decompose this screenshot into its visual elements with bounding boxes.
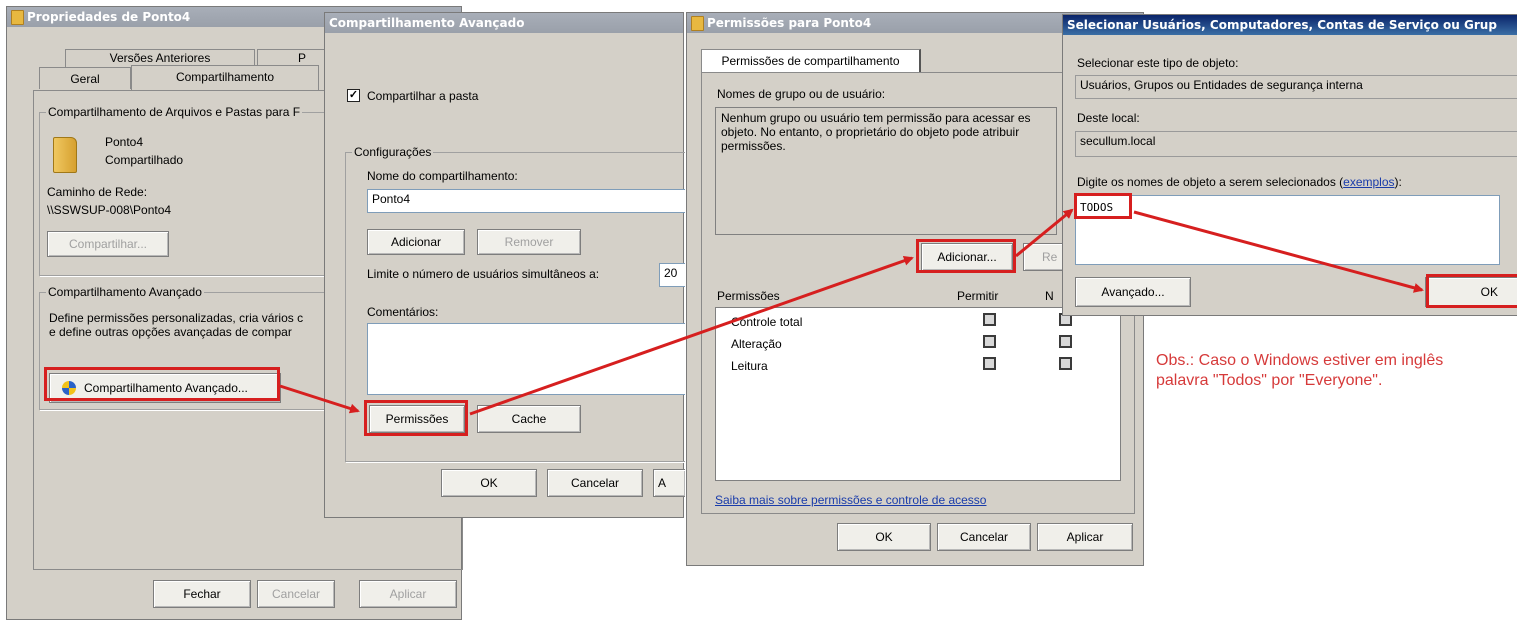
remove-button[interactable]: Remover bbox=[477, 229, 581, 255]
advanced-description-line2: e define outras opções avançadas de comp… bbox=[49, 325, 292, 339]
cache-button[interactable]: Cache bbox=[477, 405, 581, 433]
permission-row-label: Leitura bbox=[731, 359, 768, 373]
location-label: Deste local: bbox=[1077, 111, 1140, 125]
location-field: secullum.local bbox=[1075, 131, 1517, 157]
cancel-button[interactable]: Cancelar bbox=[257, 580, 335, 608]
permission-row-label: Controle total bbox=[731, 315, 803, 329]
advanced-sharing-window: Compartilhamento Avançado ✓ Compartilhar… bbox=[324, 12, 685, 518]
tab-geral[interactable]: Geral bbox=[39, 67, 131, 89]
share-folder-label: Compartilhar a pasta bbox=[367, 89, 479, 103]
cancel-button[interactable]: Cancelar bbox=[547, 469, 643, 497]
share-name-label: Nome do compartilhamento: bbox=[367, 169, 518, 183]
tab-compartilhamento[interactable]: Compartilhamento bbox=[131, 65, 319, 91]
folder-icon bbox=[11, 10, 24, 25]
advanced-description-line1: Define permissões personalizadas, cria v… bbox=[49, 311, 304, 325]
apply-button[interactable]: Aplicar bbox=[359, 580, 457, 608]
remove-user-button[interactable]: Re bbox=[1023, 243, 1063, 271]
shared-folder-icon bbox=[53, 137, 77, 173]
network-path: \\SSWSUP-008\Ponto4 bbox=[47, 203, 172, 217]
permissions-list bbox=[715, 307, 1121, 481]
network-path-label: Caminho de Rede: bbox=[47, 185, 148, 199]
share-name-input[interactable]: Ponto4 bbox=[367, 189, 685, 213]
deny-checkbox[interactable] bbox=[1059, 335, 1072, 348]
object-names-label-suffix: ): bbox=[1394, 175, 1402, 189]
empty-list-line3: permissões. bbox=[721, 139, 786, 153]
deny-header: N bbox=[1045, 289, 1054, 303]
comments-label: Comentários: bbox=[367, 305, 439, 319]
allow-header: Permitir bbox=[957, 289, 999, 303]
configurations-group-label: Configurações bbox=[352, 145, 434, 159]
ok-button[interactable]: OK bbox=[837, 523, 931, 551]
object-names-label: Digite os nomes de objeto a serem seleci… bbox=[1077, 175, 1402, 189]
advanced-sharing-title: Compartilhamento Avançado bbox=[329, 16, 525, 30]
advanced-sharing-titlebar[interactable]: Compartilhamento Avançado bbox=[325, 13, 683, 33]
share-button[interactable]: Compartilhar... bbox=[47, 231, 169, 257]
user-limit-input[interactable]: 20 bbox=[659, 263, 685, 287]
tab-share-permissions[interactable]: Permissões de compartilhamento bbox=[701, 49, 921, 73]
select-users-titlebar[interactable]: Selecionar Usuários, Computadores, Conta… bbox=[1063, 15, 1517, 35]
share-files-group-label: Compartilhamento de Arquivos e Pastas pa… bbox=[46, 105, 303, 119]
properties-title: Propriedades de Ponto4 bbox=[27, 10, 191, 24]
group-names-label: Nomes de grupo ou de usuário: bbox=[717, 87, 886, 101]
empty-list-line2: objeto. No entanto, o proprietário do ob… bbox=[721, 125, 1020, 139]
highlight-advanced-share bbox=[44, 367, 280, 401]
select-users-window: Selecionar Usuários, Computadores, Conta… bbox=[1062, 14, 1517, 316]
permissions-header: Permissões bbox=[717, 289, 780, 303]
note-line2: palavra "Todos" por "Everyone". bbox=[1156, 372, 1383, 389]
permissions-title: Permissões para Ponto4 bbox=[707, 16, 872, 30]
folder-status: Compartilhado bbox=[105, 153, 184, 167]
apply-button[interactable]: A bbox=[653, 469, 685, 497]
empty-list-line1: Nenhum grupo ou usuário tem permissão pa… bbox=[721, 111, 1031, 125]
deny-checkbox[interactable] bbox=[1059, 357, 1072, 370]
permission-row-label: Alteração bbox=[731, 337, 782, 351]
add-button[interactable]: Adicionar bbox=[367, 229, 465, 255]
allow-checkbox[interactable] bbox=[983, 335, 996, 348]
highlight-permissions bbox=[364, 400, 468, 436]
object-type-field: Usuários, Grupos ou Entidades de seguran… bbox=[1075, 75, 1517, 99]
allow-checkbox[interactable] bbox=[983, 313, 996, 326]
ok-button[interactable]: OK bbox=[441, 469, 537, 497]
folder-name: Ponto4 bbox=[105, 135, 144, 149]
close-button[interactable]: Fechar bbox=[153, 580, 251, 608]
select-users-title: Selecionar Usuários, Computadores, Conta… bbox=[1067, 18, 1497, 32]
allow-checkbox[interactable] bbox=[983, 357, 996, 370]
permissions-help-link[interactable]: Saiba mais sobre permissões e controle d… bbox=[715, 493, 986, 507]
comments-textarea[interactable] bbox=[367, 323, 685, 395]
object-names-textarea[interactable]: TODOS bbox=[1075, 195, 1500, 265]
object-names-label-prefix: Digite os nomes de objeto a serem seleci… bbox=[1077, 175, 1344, 189]
cancel-button[interactable]: Cancelar bbox=[937, 523, 1031, 551]
highlight-todos bbox=[1074, 193, 1132, 219]
note-line1: Obs.: Caso o Windows estiver em inglês bbox=[1156, 352, 1444, 369]
advanced-share-group-label: Compartilhamento Avançado bbox=[46, 285, 204, 299]
folder-icon bbox=[691, 16, 704, 31]
examples-link[interactable]: exemplos bbox=[1343, 175, 1394, 189]
object-type-label: Selecionar este tipo de objeto: bbox=[1077, 56, 1239, 70]
apply-button[interactable]: Aplicar bbox=[1037, 523, 1133, 551]
user-limit-label: Limite o número de usuários simultâneos … bbox=[367, 267, 600, 281]
share-folder-checkbox[interactable]: ✓ bbox=[347, 89, 360, 102]
advanced-button[interactable]: Avançado... bbox=[1075, 277, 1191, 307]
highlight-ok bbox=[1426, 274, 1517, 308]
highlight-add-user bbox=[916, 239, 1016, 273]
